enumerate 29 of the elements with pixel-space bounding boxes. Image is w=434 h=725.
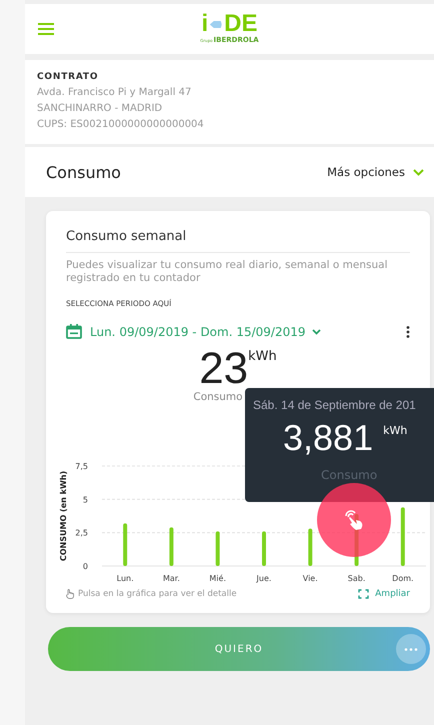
logo-text: DE: [224, 12, 258, 36]
tick-label: 0: [82, 562, 88, 571]
axis-title: CONSUMO (en kWh): [59, 470, 68, 562]
category-label: Lun.: [116, 574, 134, 583]
total-label: Consumo: [193, 391, 243, 403]
category-label: Dom.: [392, 574, 414, 583]
category-label: Mié.: [209, 574, 226, 583]
total-value: 23: [199, 347, 248, 391]
category-label: Sab.: [348, 574, 366, 583]
category-label: Vie.: [302, 574, 318, 583]
tooltip-value: 3,881: [283, 418, 374, 458]
tick-label: 5: [82, 495, 88, 504]
tick-label: 7,5: [75, 462, 88, 471]
contract-line: SANCHINARRO - MADRID: [37, 102, 164, 116]
card-title: Consumo semanal: [66, 229, 410, 253]
tick-label: 2,5: [75, 528, 88, 538]
tooltip-label: Consumo: [321, 468, 378, 482]
tooltip-date: Sáb. 14 de Septiembre de 201: [253, 398, 416, 412]
total-unit: kWh: [248, 349, 277, 364]
contract-title: CONTRATO: [37, 72, 100, 82]
contract-line: Avda. Francisco Pi y Margall 47: [37, 86, 192, 100]
logo-text: i: [202, 12, 208, 36]
hint-text: Pulsa en la gráfica para ver el detalle: [78, 589, 237, 599]
contract-line: CUPS: ES0021000000000000004: [37, 118, 205, 132]
tooltip-unit: kWh: [383, 424, 408, 437]
section-title: Consumo: [46, 162, 121, 182]
category-label: Jue.: [256, 574, 272, 583]
category-label: Mar.: [162, 574, 180, 583]
card-description: Puedes visualizar tu consumo real diario, semanal o mensual registrado en tu contador: [66, 259, 389, 285]
